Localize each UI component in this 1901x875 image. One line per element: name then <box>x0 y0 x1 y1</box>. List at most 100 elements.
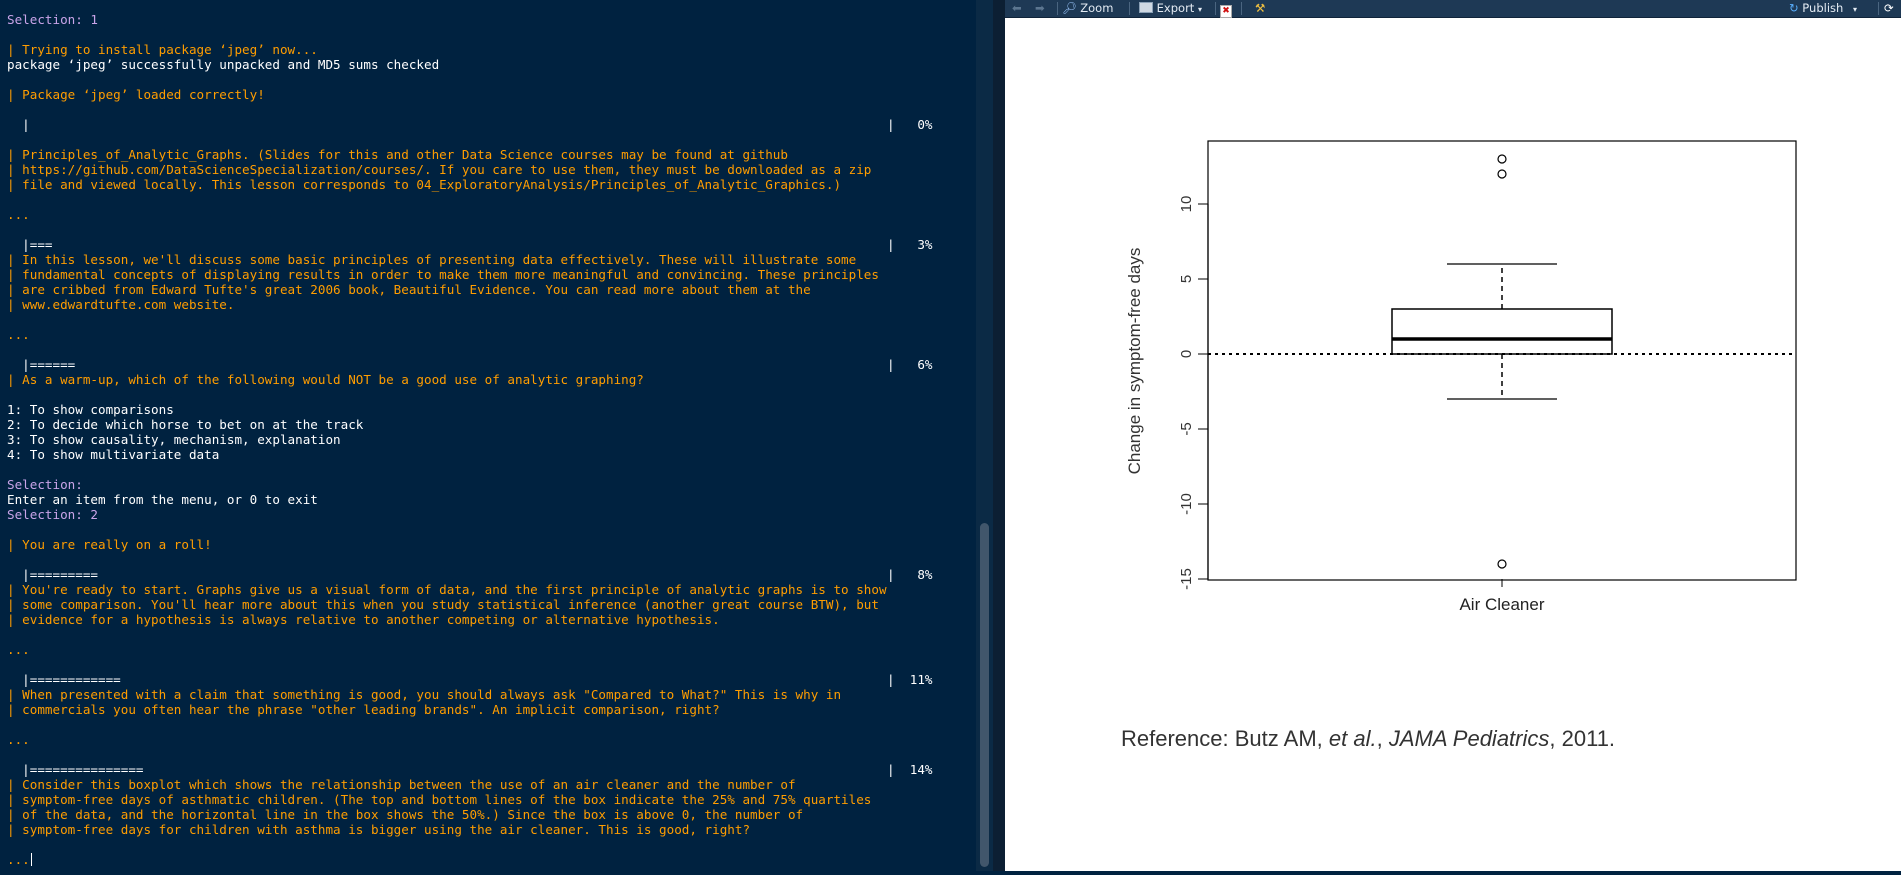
console-line-text: | file and viewed locally. This lesson c… <box>7 177 842 192</box>
toolbar-divider <box>1878 2 1879 15</box>
y-tick-label: -15 <box>1178 568 1195 590</box>
console-line-text: |=== <box>7 237 53 252</box>
toolbar-divider <box>1241 2 1242 15</box>
console-line: | As a warm-up, which of the following w… <box>7 372 937 387</box>
console-line-text: |====== <box>7 357 76 372</box>
outlier-point <box>1497 154 1507 164</box>
console-line-text: ... <box>7 642 30 657</box>
reference-prefix: Reference: Butz AM, <box>1121 726 1329 751</box>
console-line: | fundamental concepts of displaying res… <box>7 267 937 282</box>
console-line: |============ | 11% <box>7 672 937 687</box>
console-line-text: ... <box>7 207 30 222</box>
console-line: | When presented with a claim that somet… <box>7 687 937 702</box>
console-line-text: Selection: 2 <box>7 507 98 522</box>
console-line: Selection: 2 <box>7 507 937 522</box>
remove-plot-button[interactable]: ✖ <box>1220 1 1232 18</box>
progress-percent: | 3% <box>887 237 933 252</box>
progress-percent: | 14% <box>887 762 933 777</box>
console-line: | Principles_of_Analytic_Graphs. (Slides… <box>7 147 937 162</box>
remove-plot-icon: ✖ <box>1220 5 1232 18</box>
reference-journal: JAMA Pediatrics <box>1388 726 1550 751</box>
console-line-text: | https://github.com/DataScienceSpeciali… <box>7 162 872 177</box>
console-line: 2: To decide which horse to bet on at th… <box>7 417 937 432</box>
chevron-down-icon: ▾ <box>1197 5 1202 14</box>
refresh-icon[interactable]: ⟳ <box>1884 1 1894 16</box>
plot-area: -15 -10 -5 0 5 10 Change in symptom-free days A… <box>1005 18 1901 871</box>
broom-clear-icon[interactable]: ⚒ <box>1255 1 1265 16</box>
console-line-text: |=============== <box>7 762 144 777</box>
iqr-box <box>1391 308 1613 355</box>
console-line: | Trying to install package ‘jpeg’ now..… <box>7 42 937 57</box>
forward-arrow-icon[interactable]: ➡ <box>1035 1 1045 16</box>
back-arrow-icon[interactable]: ⬅ <box>1012 1 1022 16</box>
console-line-text: Selection: 1 <box>7 12 98 27</box>
console-line-text: | are cribbed from Edward Tufte's great … <box>7 282 811 297</box>
console-output: Selection: 1 | Trying to install package … <box>7 12 937 867</box>
console-line-text: package ‘jpeg’ successfully unpacked and… <box>7 57 440 72</box>
reference-sep: , <box>1376 726 1389 751</box>
console-line: | Package ‘jpeg’ loaded correctly! <box>7 87 937 102</box>
console-line: ... <box>7 327 937 342</box>
publish-label: Publish <box>1802 1 1844 15</box>
console-scrollbar[interactable] <box>976 0 993 871</box>
console-line: Selection: 1 <box>7 12 937 27</box>
export-button[interactable]: Export ▾ <box>1139 1 1202 16</box>
console-line: ... <box>7 732 937 747</box>
console-line-text: | In this lesson, we'll discuss some bas… <box>7 252 857 267</box>
y-tick-label: -5 <box>1178 422 1195 435</box>
console-line: | are cribbed from Edward Tufte's great … <box>7 282 937 297</box>
console-line: | You are really on a roll! <box>7 537 937 552</box>
progress-percent: | 0% <box>887 117 933 132</box>
console-line: | https://github.com/DataScienceSpeciali… <box>7 162 937 177</box>
reference-etal: et al. <box>1328 726 1377 751</box>
console-scroll-thumb[interactable] <box>980 523 989 867</box>
console-line: package ‘jpeg’ successfully unpacked and… <box>7 57 937 72</box>
console-line: 3: To show causality, mechanism, explana… <box>7 432 937 447</box>
console-line-text: | <box>7 117 30 132</box>
console-line-text: ... <box>7 327 30 342</box>
console-line: | Consider this boxplot which shows the … <box>7 777 937 792</box>
progress-percent: | 6% <box>887 357 933 372</box>
publish-button[interactable]: ↻ Publish ▾ <box>1789 1 1857 16</box>
console-pane[interactable]: Selection: 1 | Trying to install package … <box>0 0 976 871</box>
console-line: ... <box>7 207 937 222</box>
magnifier-icon: 🔎︎ <box>1062 1 1077 15</box>
toolbar-divider <box>1215 2 1216 15</box>
progress-percent: | 11% <box>887 672 933 687</box>
outlier-point <box>1497 559 1507 569</box>
y-tick-label: 0 <box>1178 350 1195 358</box>
console-line-text: | Package ‘jpeg’ loaded correctly! <box>7 87 265 102</box>
console-line: Enter an item from the menu, or 0 to exi… <box>7 492 937 507</box>
outlier-point <box>1497 169 1507 179</box>
console-line-text: | You are really on a roll! <box>7 537 212 552</box>
console-line-text: | As a warm-up, which of the following w… <box>7 372 644 387</box>
x-tick-label: Air Cleaner <box>1459 595 1544 614</box>
console-line: |========= | 8% <box>7 567 937 582</box>
console-line-text: | www.edwardtufte.com website. <box>7 297 235 312</box>
reference-suffix: , 2011. <box>1549 726 1616 751</box>
y-tick-label: -10 <box>1178 493 1195 515</box>
plot-toolbar: ⬅ ➡ 🔎︎ Zoom Export ▾ ✖ ⚒ ↻ Publish ▾ ⟳ <box>1005 0 1901 18</box>
publish-icon: ↻ <box>1789 1 1799 15</box>
console-line-text: | symptom-free days of asthmatic childre… <box>7 792 872 807</box>
console-line: | symptom-free days for children with as… <box>7 822 937 837</box>
console-line-text: | of the data, and the horizontal line i… <box>7 807 804 822</box>
console-line: ... <box>7 642 937 657</box>
console-line: | evidence for a hypothesis is always re… <box>7 612 937 627</box>
console-line-text: | Consider this boxplot which shows the … <box>7 777 796 792</box>
console-line: | file and viewed locally. This lesson c… <box>7 177 937 192</box>
console-line-text: | symptom-free days for children with as… <box>7 822 751 837</box>
console-line-text: Enter an item from the menu, or 0 to exi… <box>7 492 318 507</box>
pane-splitter[interactable] <box>993 0 1005 871</box>
zoom-button[interactable]: 🔎︎ Zoom <box>1062 1 1113 16</box>
